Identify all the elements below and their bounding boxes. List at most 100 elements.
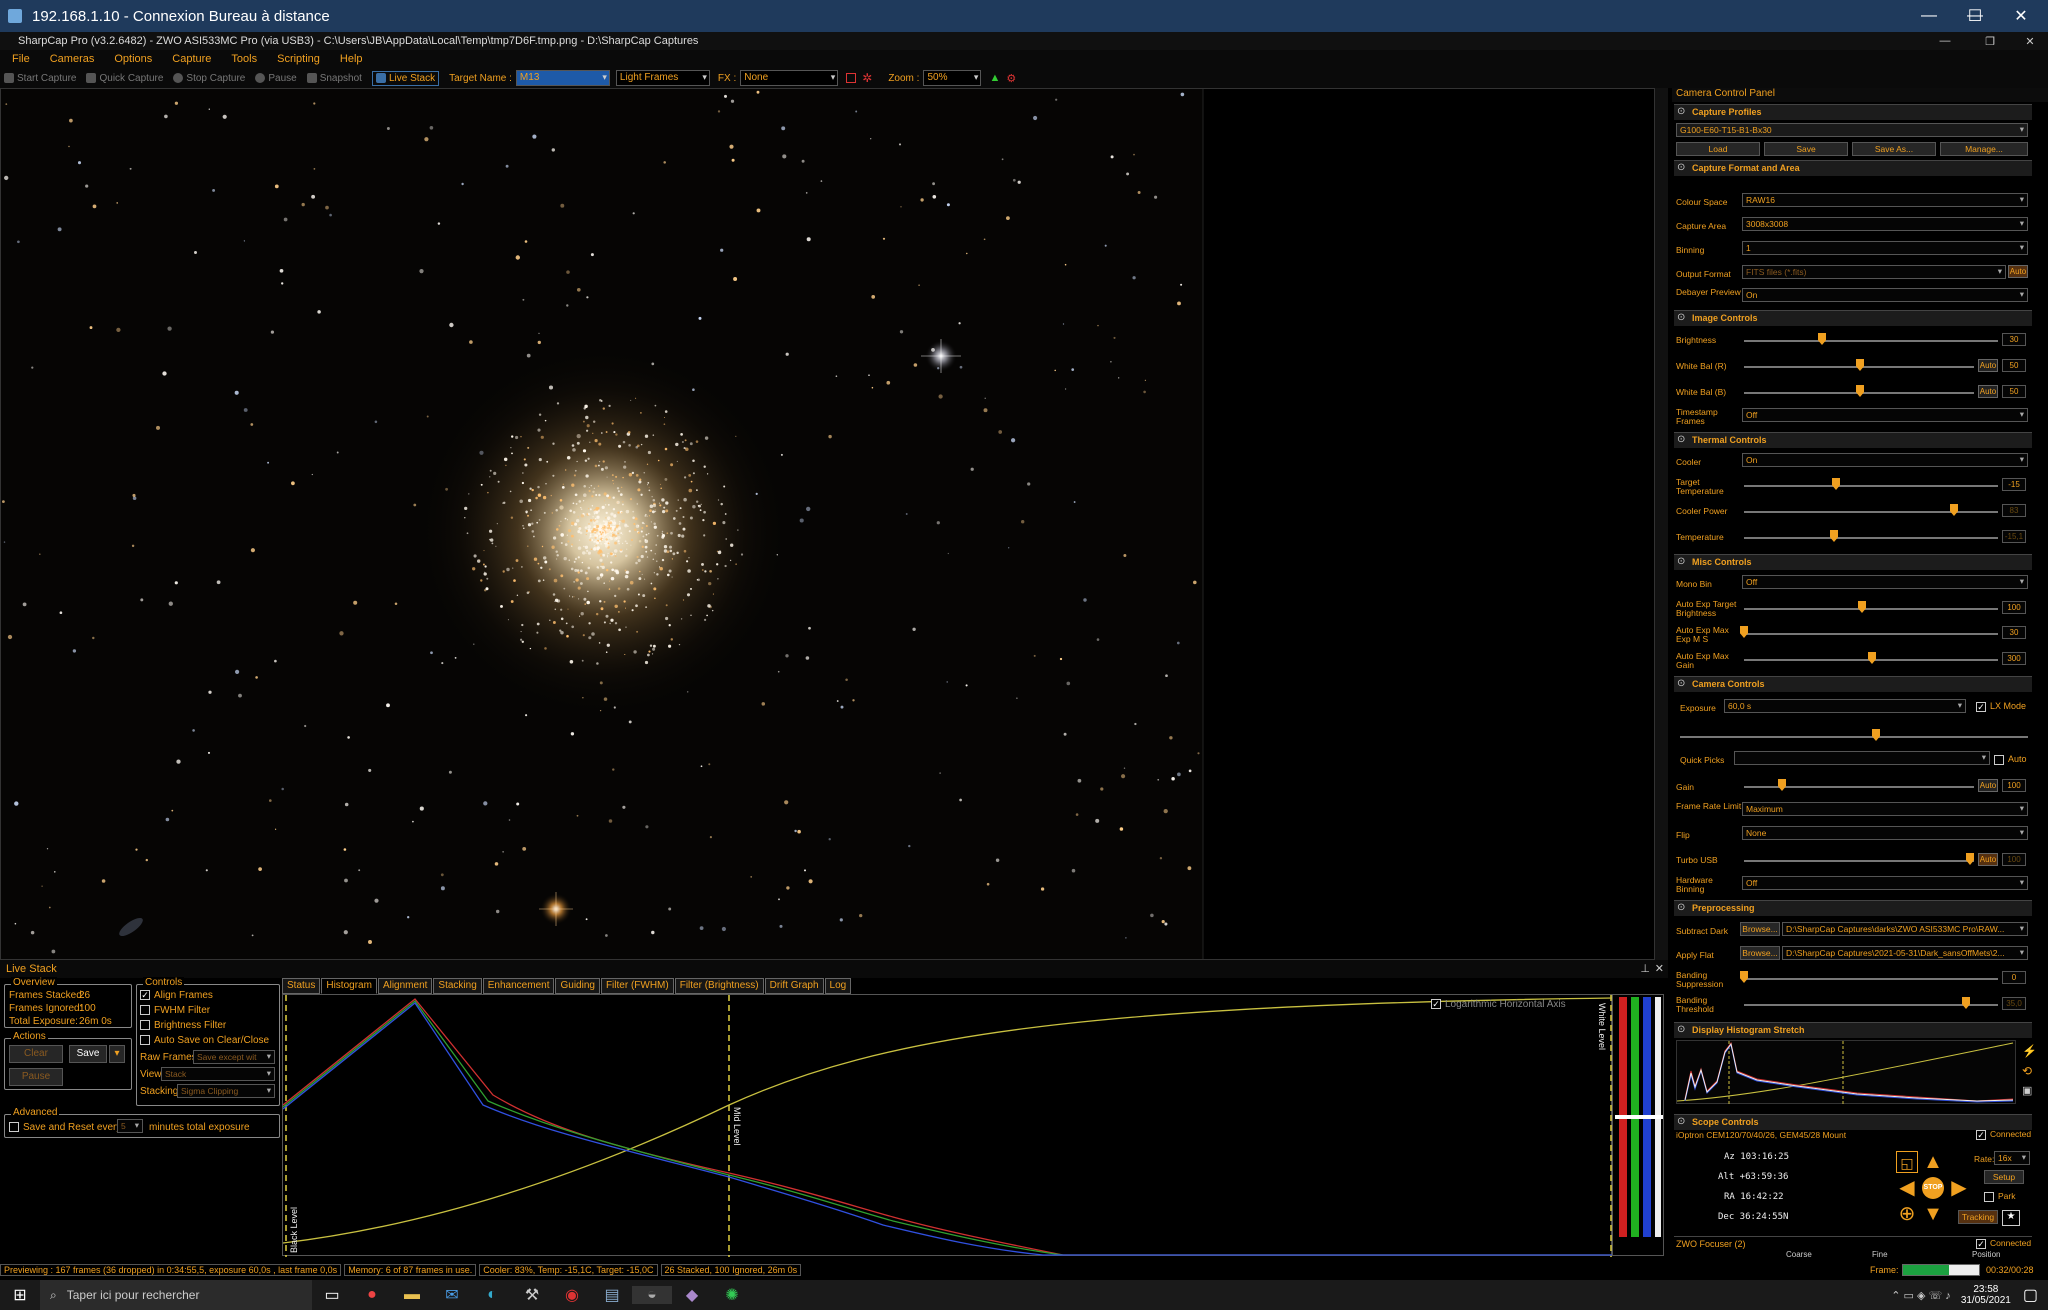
- log-axis-checkbox[interactable]: ✓ Logarithmic Horizontal Axis: [1431, 999, 1566, 1010]
- align-frames-checkbox[interactable]: ✓ Align Frames: [140, 990, 213, 1001]
- gain-auto-button[interactable]: Auto: [1978, 779, 1998, 792]
- scope-stop-button[interactable]: STOP: [1922, 1177, 1944, 1199]
- scope-left-arrow-icon[interactable]: ◀: [1896, 1177, 1918, 1199]
- turbo-usb-auto-button[interactable]: Auto: [1978, 853, 1998, 866]
- colour-space-select[interactable]: RAW16: [1742, 193, 2028, 207]
- exposure-slider-thumb[interactable]: [1872, 729, 1880, 741]
- fx-select[interactable]: None: [740, 70, 839, 86]
- notifications-icon[interactable]: ▢: [2023, 1285, 2038, 1305]
- save-button[interactable]: Save: [69, 1045, 107, 1063]
- tab-alignment[interactable]: Alignment: [377, 978, 433, 994]
- scope-right-arrow-icon[interactable]: ▶: [1948, 1177, 1970, 1199]
- timestamp-select[interactable]: Off: [1742, 408, 2028, 422]
- wb-r-auto-button[interactable]: Auto: [1978, 359, 1998, 372]
- raw-frames-select[interactable]: Save except wit: [193, 1050, 275, 1064]
- lx-mode-checkbox[interactable]: ✓ LX Mode: [1976, 701, 2026, 712]
- taskbar-clock[interactable]: 23:58 31/05/2021: [1961, 1284, 2011, 1306]
- stop-capture-button[interactable]: Stop Capture: [173, 73, 245, 84]
- rate-select[interactable]: 16x: [1994, 1151, 2030, 1165]
- menu-help[interactable]: Help: [340, 53, 363, 65]
- scope-setup-button[interactable]: Setup: [1984, 1170, 2024, 1184]
- gain-value[interactable]: 100: [2002, 779, 2026, 792]
- exposure-input[interactable]: 60,0 s: [1724, 699, 1966, 713]
- display-histogram[interactable]: [1676, 1040, 2016, 1105]
- turbo-usb-slider-thumb[interactable]: [1966, 853, 1974, 865]
- tab-histogram[interactable]: Histogram: [321, 978, 377, 994]
- save-dropdown-button[interactable]: ▾: [109, 1045, 125, 1063]
- banding-supp-value[interactable]: 0: [2002, 971, 2026, 984]
- menu-file[interactable]: File: [12, 53, 30, 65]
- quick-picks-select[interactable]: [1734, 751, 1990, 765]
- dark-browse-button[interactable]: Browse...: [1740, 922, 1780, 936]
- pin-icon[interactable]: ⊥: [1640, 962, 1650, 975]
- turbo-usb-value[interactable]: 100: [2002, 853, 2026, 866]
- goto-icon[interactable]: ◱: [1896, 1151, 1918, 1173]
- banding-thr-value[interactable]: 35,0: [2002, 997, 2026, 1010]
- live-stack-button[interactable]: Live Stack: [371, 70, 440, 86]
- capture-profiles-section[interactable]: Capture Profiles: [1674, 104, 2032, 120]
- app-icon-4[interactable]: ◆: [672, 1285, 712, 1305]
- auto-save-checkbox[interactable]: Auto Save on Clear/Close: [140, 1035, 269, 1046]
- taskbar-search[interactable]: ⌕ Taper ici pour rechercher: [40, 1280, 312, 1310]
- capture-format-section[interactable]: Capture Format and Area: [1674, 160, 2032, 176]
- target-name-input[interactable]: M13: [515, 70, 610, 86]
- app-minimize-button[interactable]: —: [1930, 32, 1960, 50]
- turbo-usb-slider[interactable]: [1744, 860, 1974, 862]
- wb-b-auto-button[interactable]: Auto: [1978, 385, 1998, 398]
- load-profile-button[interactable]: Load: [1676, 142, 1760, 156]
- app-restore-button[interactable]: ❐: [1975, 32, 2005, 50]
- stretch-save-icon[interactable]: ▣: [2022, 1084, 2032, 1097]
- viewer-scrollbar[interactable]: [1654, 88, 1668, 960]
- aet-slider[interactable]: [1744, 608, 1998, 610]
- menu-capture[interactable]: Capture: [172, 53, 211, 65]
- close-icon[interactable]: ✕: [1655, 962, 1664, 975]
- stretch-auto-icon[interactable]: ⚡: [2022, 1044, 2037, 1058]
- tab-enhancement[interactable]: Enhancement: [482, 978, 555, 994]
- mail-icon[interactable]: ✉: [432, 1285, 472, 1305]
- tab-stacking[interactable]: Stacking: [433, 978, 482, 994]
- maximize-button[interactable]: ☐: [1952, 0, 1998, 32]
- tab-filter-fwhm[interactable]: Filter (FWHM): [600, 978, 674, 994]
- clear-button[interactable]: Clear: [9, 1045, 63, 1063]
- wb-r-slider-thumb[interactable]: [1856, 359, 1864, 371]
- menu-options[interactable]: Options: [114, 53, 152, 65]
- banding-supp-slider[interactable]: [1744, 978, 1998, 980]
- app-icon-2[interactable]: ◉: [552, 1285, 592, 1305]
- frame-type-select[interactable]: Light Frames: [615, 70, 710, 86]
- tab-log[interactable]: Log: [824, 978, 852, 994]
- tracking-button[interactable]: Tracking: [1958, 1210, 1998, 1224]
- tab-status[interactable]: Status: [282, 978, 321, 994]
- aeg-value[interactable]: 300: [2002, 652, 2026, 665]
- misc-controls-section[interactable]: Misc Controls: [1674, 554, 2032, 570]
- wb-b-value[interactable]: 50: [2002, 385, 2026, 398]
- scope-connected-checkbox[interactable]: ✓ Connected: [1976, 1129, 2031, 1140]
- wb-b-slider-thumb[interactable]: [1856, 385, 1864, 397]
- tray-icons[interactable]: ⌃ ▭ ◈ ☏ ♪: [1891, 1289, 1951, 1302]
- image-controls-section[interactable]: Image Controls: [1674, 310, 2032, 326]
- pause-button[interactable]: Pause: [255, 73, 297, 84]
- stretch-reset-icon[interactable]: ⟲: [2022, 1064, 2032, 1078]
- tab-filter-brightness[interactable]: Filter (Brightness): [674, 978, 764, 994]
- reticle-icon[interactable]: [846, 73, 857, 83]
- image-viewer[interactable]: [0, 88, 1668, 960]
- frame-rate-select[interactable]: Maximum: [1742, 802, 2028, 816]
- edge-icon[interactable]: ◐: [472, 1286, 512, 1304]
- scope-down-arrow-icon[interactable]: ▼: [1922, 1203, 1944, 1225]
- aet-slider-thumb[interactable]: [1858, 601, 1866, 613]
- stack-histogram[interactable]: ✓ Logarithmic Horizontal Axis Black Level…: [282, 994, 1614, 1257]
- flat-browse-button[interactable]: Browse...: [1740, 946, 1780, 960]
- debayer-select[interactable]: On: [1742, 288, 2028, 302]
- profile-select[interactable]: G100-E60-T15-B1-Bx30: [1676, 123, 2028, 137]
- save-as-profile-button[interactable]: Save As...: [1852, 142, 1936, 156]
- app-close-button[interactable]: ✕: [2015, 32, 2045, 50]
- task-view-icon[interactable]: ▭: [312, 1285, 352, 1305]
- exposure-slider[interactable]: [1680, 736, 2028, 738]
- target-temp-value[interactable]: -15: [2002, 478, 2026, 491]
- aem-value[interactable]: 30: [2002, 626, 2026, 639]
- close-button[interactable]: ✕: [1998, 0, 2044, 32]
- scope-up-arrow-icon[interactable]: ▲: [1922, 1151, 1944, 1173]
- settings-icon[interactable]: ⚙: [1006, 72, 1016, 85]
- target-temp-slider[interactable]: [1744, 485, 1998, 487]
- app-icon-5[interactable]: ✺: [712, 1285, 752, 1305]
- scope-controls-section[interactable]: Scope Controls: [1674, 1114, 2032, 1130]
